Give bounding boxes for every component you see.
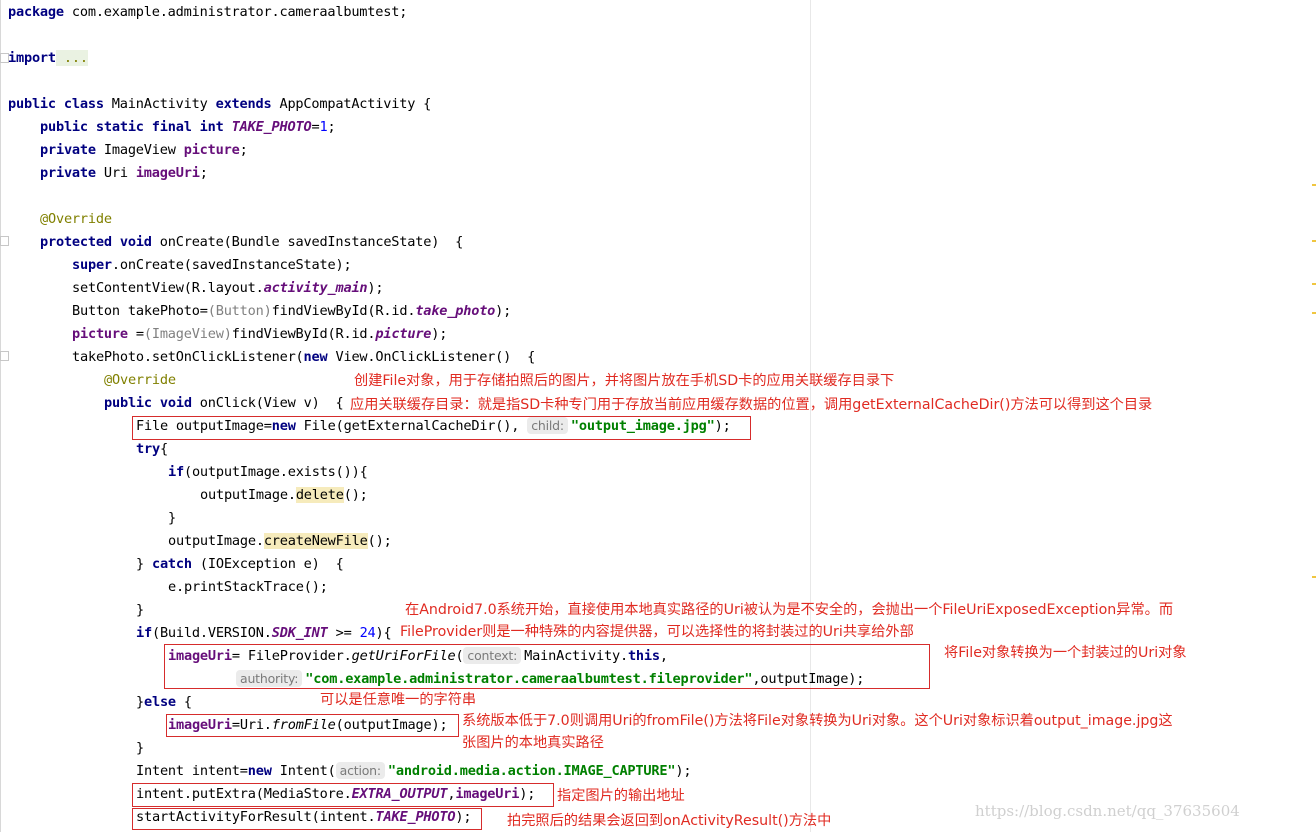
param-hint-action: action: xyxy=(335,762,385,779)
super-oncreate-call[interactable]: super.onCreate(savedInstanceState); xyxy=(72,254,352,277)
note-from-file-line2: 张图片的本地真实路径 xyxy=(462,735,604,751)
warning-marker[interactable] xyxy=(1312,240,1316,242)
note-convert-uri: 将File对象转换为一个封装过的Uri对象 xyxy=(944,645,1187,661)
note-output-path: 指定图片的输出地址 xyxy=(557,788,685,804)
class-declaration[interactable]: public class MainActivity extends AppCom… xyxy=(8,93,431,116)
note-cache-dir: 应用关联缓存目录：就是指SD卡种专门用于存放当前应用缓存数据的位置，调用getE… xyxy=(350,397,1153,413)
warning-marker[interactable] xyxy=(1312,184,1316,186)
highlight-box-put-extra xyxy=(132,783,554,807)
delete-line[interactable]: outputImage.delete(); xyxy=(200,484,368,507)
right-margin-guide xyxy=(810,0,811,832)
picture-find-line[interactable]: picture =(ImageView)findViewById(R.id.pi… xyxy=(72,323,447,346)
note-create-file: 创建File对象，用于存储拍照后的图片，并将图片放在手机SD卡的应用关联缓存目录… xyxy=(354,373,895,389)
note-android7-line2: FileProvider则是一种特殊的内容提供器，可以选择性的将封装过的Uri共… xyxy=(400,624,914,640)
take-photo-constant[interactable]: public static final int TAKE_PHOTO=1; xyxy=(40,116,336,139)
import-line[interactable]: import ... xyxy=(8,47,88,70)
code-editor[interactable]: package com.example.administrator.camera… xyxy=(0,0,1316,832)
highlight-box-file xyxy=(132,416,751,440)
watermark-text: https://blog.csdn.net/qq_37635604 xyxy=(975,802,1240,820)
highlight-box-from-file xyxy=(166,714,459,737)
note-android7-line1: 在Android7.0系统开始，直接使用本地真实路径的Uri被认为是不安全的，会… xyxy=(405,602,1174,618)
package-line[interactable]: package com.example.administrator.camera… xyxy=(8,1,407,24)
override-annotation-2[interactable]: @Override xyxy=(104,369,176,392)
onclick-signature[interactable]: public void onClick(View v) { xyxy=(104,392,344,415)
create-new-file-line[interactable]: outputImage.createNewFile(); xyxy=(168,530,392,553)
if-close-brace[interactable]: } xyxy=(168,507,176,530)
fold-listener-icon[interactable] xyxy=(0,351,9,361)
set-content-view-line[interactable]: setContentView(R.layout.activity_main); xyxy=(72,277,384,300)
catch-close-brace[interactable]: } xyxy=(136,599,144,622)
image-uri-field[interactable]: private Uri imageUri; xyxy=(40,162,208,185)
warning-marker[interactable] xyxy=(1312,312,1316,314)
picture-field[interactable]: private ImageView picture; xyxy=(40,139,248,162)
gutter-border xyxy=(0,0,1,832)
if-exists-line[interactable]: if(outputImage.exists()){ xyxy=(168,461,368,484)
else-line[interactable]: }else { xyxy=(136,691,192,714)
print-stack-trace-line[interactable]: e.printStackTrace(); xyxy=(168,576,328,599)
button-find-line[interactable]: Button takePhoto=(Button)findViewById(R.… xyxy=(72,300,511,323)
highlight-box-start-activity xyxy=(132,808,482,830)
fold-oncreate-icon[interactable] xyxy=(0,236,9,246)
set-listener-line[interactable]: takePhoto.setOnClickListener(new View.On… xyxy=(72,346,535,369)
highlight-box-file-provider xyxy=(164,644,930,689)
note-unique-string: 可以是任意唯一的字符串 xyxy=(320,692,477,708)
oncreate-signature[interactable]: protected void onCreate(Bundle savedInst… xyxy=(40,231,463,254)
note-activity-result: 拍完照后的结果会返回到onActivityResult()方法中 xyxy=(507,813,832,829)
if-sdk-line[interactable]: if(Build.VERSION.SDK_INT >= 24){ xyxy=(136,622,392,645)
intent-line[interactable]: Intent intent=new Intent(action: "android… xyxy=(136,760,692,783)
note-from-file-line1: 系统版本低于7.0则调用Uri的fromFile()方法将File对象转换为Ur… xyxy=(462,713,1173,729)
catch-line[interactable]: } catch (IOException e) { xyxy=(136,553,344,576)
else-close-brace[interactable]: } xyxy=(136,737,144,760)
override-annotation[interactable]: @Override xyxy=(40,208,112,231)
warning-marker[interactable] xyxy=(1312,576,1316,578)
try-line[interactable]: try{ xyxy=(136,438,168,461)
warning-marker[interactable] xyxy=(1312,283,1316,285)
